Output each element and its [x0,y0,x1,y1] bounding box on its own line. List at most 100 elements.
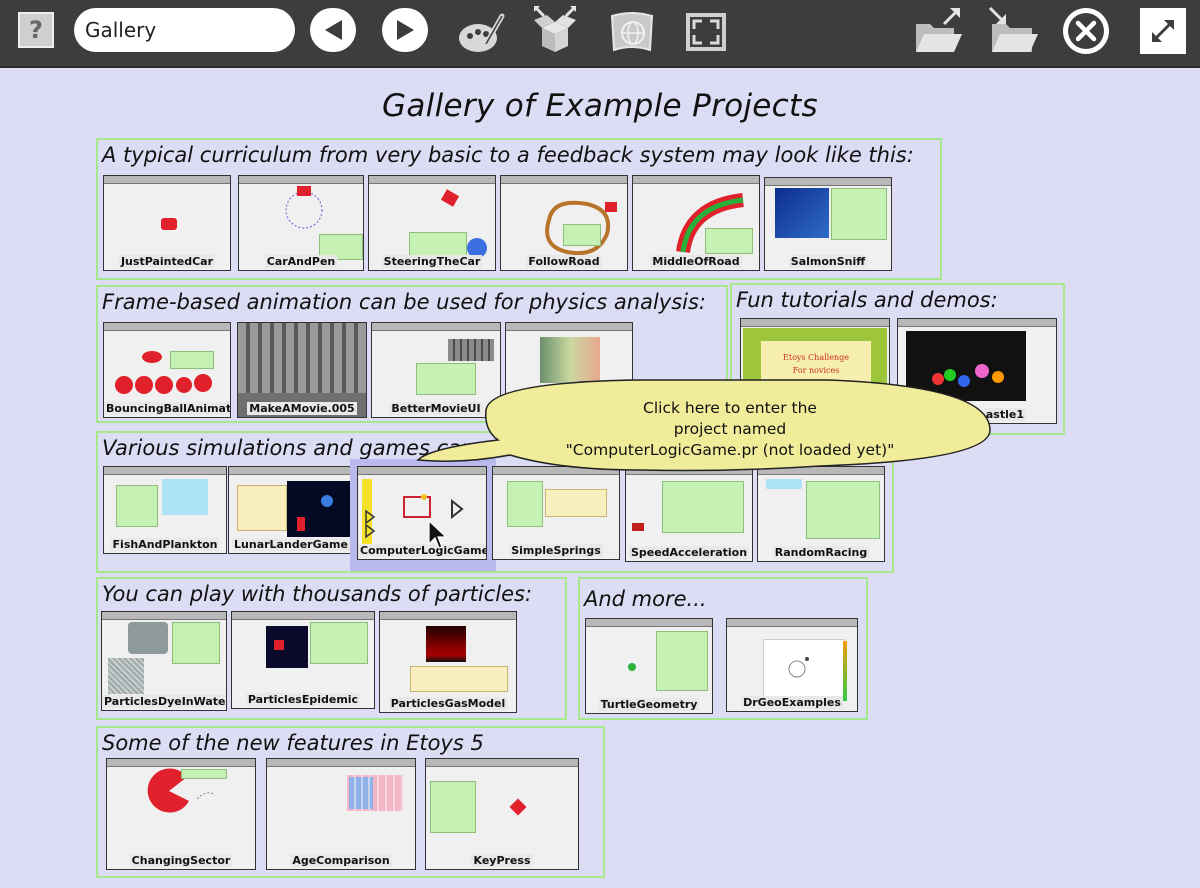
language-button[interactable] [606,10,658,56]
script-panel [806,481,880,539]
thumb-toolbar [758,467,884,475]
track-strip [766,479,802,489]
globe-flag-icon [610,12,654,52]
tooltip-text: Click here to enter the project named "C… [565,399,895,459]
next-page-button[interactable] [382,8,428,52]
particle-field [266,626,308,668]
project-thumb-lunarlandergame[interactable]: LunarLanderGame [228,466,354,554]
expand-icon [1152,20,1174,42]
project-name: ParticlesGasModel [388,697,508,710]
project-thumb-steeringthecar[interactable]: SteeringTheCar [368,175,496,271]
project-thumb-particlesgasmodel[interactable]: ParticlesGasModel [379,611,517,713]
project-thumb-particlesepidemic[interactable]: ParticlesEpidemic [231,611,375,709]
script-panel [416,363,476,395]
project-thumb-bouncingballanimation[interactable]: BouncingBallAnimation [103,322,231,418]
project-thumb-speedacceleration[interactable]: SpeedAcceleration [625,466,753,562]
thumb-toolbar [229,467,353,475]
project-thumb-computerlogicgame[interactable]: ComputerLogicGame [357,466,487,560]
thumb-toolbar [104,176,230,184]
project-thumb-drgeoexamples[interactable]: DrGeoExamples [726,618,858,712]
script-panel [410,666,508,692]
film-strip [238,323,366,393]
gas-chamber [426,626,466,662]
project-name: JustPaintedCar [118,255,216,268]
project-name: FishAndPlankton [110,538,220,551]
triangle-left-icon [325,20,342,40]
script-panel [170,351,214,369]
car-sprite [632,523,644,531]
project-name: LunarLanderGame [232,538,350,551]
project-thumb-justpaintedcar[interactable]: JustPaintedCar [103,175,231,271]
project-name: TurtleGeometry [598,698,700,711]
project-name: SimpleSprings [509,544,603,557]
project-thumb-middleofroad[interactable]: MiddleOfRoad [632,175,760,271]
river-image [775,188,829,238]
project-name: KeyPress [471,854,533,867]
thumb-toolbar [741,319,889,327]
toolbar: ? Gallery [0,0,1200,68]
script-panel [116,485,158,527]
project-thumb-particlesdyeinwater[interactable]: ParticlesDyeInWater [101,611,227,711]
project-thumb-bettermovieui[interactable]: BetterMovieUI [371,322,501,418]
thumb-toolbar [493,467,619,475]
paint-button[interactable] [456,10,508,56]
project-title-field[interactable]: Gallery [74,8,295,52]
water-tank [162,479,208,515]
project-name: MiddleOfRoad [650,255,742,268]
calendar-grid-blue [349,777,373,809]
thumb-toolbar [380,612,516,620]
project-thumb-followroad[interactable]: FollowRoad [500,175,628,271]
fullscreen-button[interactable] [683,10,729,54]
save-project-button[interactable] [986,6,1038,56]
thumb-toolbar [372,323,500,331]
project-thumb-agecomparison[interactable]: AgeComparison [266,758,416,870]
script-panel [705,228,753,254]
thumb-toolbar [267,759,415,767]
thumb-toolbar [104,467,226,475]
thumb-toolbar [626,467,752,475]
project-thumb-keypress[interactable]: KeyPress [425,758,579,870]
supplies-box-icon [534,6,576,52]
project-thumb-salmonsniff[interactable]: SalmonSniff [764,177,892,271]
graph-panel [545,489,607,517]
script-panel [172,622,220,664]
analysis-grid [540,337,600,383]
project-thumb-turtlegeometry[interactable]: TurtleGeometry [585,618,713,714]
fullscreen-icon [686,13,726,51]
sprite [509,798,527,816]
section-heading: You can play with thousands of particles… [102,582,533,606]
page-title: Gallery of Example Projects [382,88,818,124]
script-panel [656,631,708,691]
challenge-card: Etoys Challenge For novices [761,341,871,393]
close-button[interactable] [1063,8,1109,54]
section-heading: Fun tutorials and demos: [736,288,998,312]
project-name: DrGeoExamples [741,696,843,709]
script-panel [181,769,227,779]
project-thumb-carandpen[interactable]: CarAndPen [238,175,364,271]
thumb-toolbar [506,323,632,331]
project-name: SteeringTheCar [381,255,483,268]
car-sprite [440,189,460,207]
folder-open-icon [916,8,962,52]
particle-field [108,658,144,694]
project-name: SalmonSniff [788,255,868,268]
project-name: FollowRoad [526,255,602,268]
supplies-button[interactable] [530,6,580,56]
script-panel [430,781,476,833]
project-thumb-simplesprings[interactable]: SimpleSprings [492,466,620,560]
load-project-button[interactable] [914,6,966,56]
lander-icon [297,517,305,531]
infected-particle [274,640,284,650]
project-thumb-randomracing[interactable]: RandomRacing [757,466,885,562]
help-button[interactable]: ? [18,12,54,48]
paint-palette-icon [459,13,505,52]
triangle-right-icon [397,20,414,40]
project-thumb-changingsector[interactable]: ChangingSector [106,758,256,870]
thumb-toolbar [765,178,891,186]
project-thumb-fishandplankton[interactable]: FishAndPlankton [103,466,227,554]
folder-save-icon [988,6,1038,52]
expand-button[interactable] [1140,8,1186,54]
section-heading: A typical curriculum from very basic to … [102,143,914,167]
previous-page-button[interactable] [310,8,356,52]
project-thumb-makeamovie[interactable]: MakeAMovie.005 [237,322,367,418]
